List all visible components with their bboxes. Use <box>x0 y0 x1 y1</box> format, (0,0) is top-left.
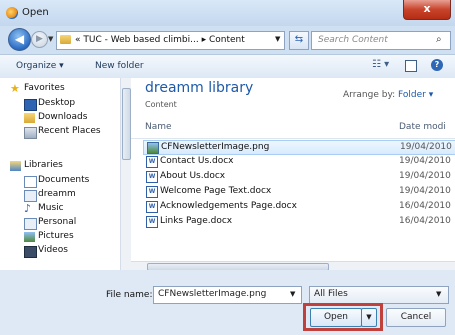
sidebar-item-label: Documents <box>38 175 90 185</box>
word-doc-icon: W <box>146 171 158 183</box>
file-name-label: File name: <box>106 290 153 300</box>
column-header-row: Name Date modi <box>131 118 455 139</box>
libraries-icon <box>10 161 21 171</box>
scrollbar-thumb[interactable] <box>122 88 131 160</box>
file-name: About Us.docx <box>160 171 226 181</box>
library-subtitle: Content <box>145 100 177 109</box>
open-options-button[interactable]: ▼ <box>361 308 377 327</box>
file-date: 16/04/2010 <box>399 201 451 211</box>
arrange-label: Arrange by: <box>343 90 396 100</box>
sidebar-item-label: Favorites <box>24 83 65 93</box>
cancel-button[interactable]: Cancel <box>386 308 446 327</box>
desktop-icon <box>24 99 37 111</box>
word-doc-icon: W <box>146 201 158 213</box>
file-date: 19/04/2010 <box>400 142 452 152</box>
app-icon <box>6 7 18 19</box>
file-row[interactable]: W Acknowledgements Page.docx 16/04/2010 <box>143 200 455 213</box>
breadcrumb[interactable]: « TUC - Web based climbi... ▸ Content <box>75 35 245 45</box>
library-title: dreamm library <box>145 80 254 96</box>
file-date: 19/04/2010 <box>399 156 451 166</box>
arrange-by: Arrange by: Folder ▾ <box>343 90 433 100</box>
refresh-button[interactable]: ⇆ <box>289 31 309 50</box>
open-dialog: Open x ◀ ▶ ▼ « TUC - Web based climbi...… <box>0 0 455 335</box>
file-name: Welcome Page Text.docx <box>160 186 272 196</box>
file-list-pane: dreamm library Content Arrange by: Folde… <box>131 78 455 271</box>
sidebar-item-label: Music <box>38 203 64 213</box>
downloads-icon <box>24 113 35 123</box>
navigation-scrollbar[interactable] <box>120 78 131 270</box>
column-header-date[interactable]: Date modi <box>399 122 446 132</box>
recent-pages-button[interactable]: ▼ <box>48 35 53 43</box>
search-icon[interactable]: ⌕ <box>436 34 442 45</box>
image-file-icon <box>147 142 159 154</box>
window-title: Open <box>22 7 49 18</box>
close-button[interactable]: x <box>403 0 451 20</box>
file-row[interactable]: CFNewsletterImage.png 19/04/2010 <box>143 140 455 155</box>
navigation-pane: ★ Favorites Desktop Downloads Recent Pla… <box>0 78 120 270</box>
title-bar: Open x <box>0 0 455 26</box>
open-button[interactable]: Open <box>310 308 362 327</box>
file-row[interactable]: W Welcome Page Text.docx 19/04/2010 <box>143 185 455 198</box>
documents-icon <box>24 176 37 188</box>
word-doc-icon: W <box>146 216 158 228</box>
sidebar-item-label: Pictures <box>38 231 74 241</box>
sidebar-item-label: dreamm <box>38 189 76 199</box>
address-dropdown-icon[interactable]: ▼ <box>275 35 280 43</box>
forward-button[interactable]: ▶ <box>31 31 48 48</box>
file-name-field[interactable]: CFNewsletterImage.png ▼ <box>153 286 302 304</box>
file-type-select[interactable]: All Files ▼ <box>309 286 449 304</box>
sidebar-item-label: Recent Places <box>38 126 101 136</box>
folder-icon <box>60 35 71 44</box>
star-icon: ★ <box>10 82 20 95</box>
videos-icon <box>24 246 37 258</box>
navigation-row: ◀ ▶ ▼ « TUC - Web based climbi... ▸ Cont… <box>0 26 455 54</box>
library-icon <box>24 218 37 230</box>
views-icon[interactable]: ☷ ▾ <box>372 59 389 70</box>
chevron-down-icon[interactable]: ▼ <box>290 290 295 298</box>
search-input[interactable]: Search Content ⌕ <box>311 31 451 50</box>
preview-pane-icon[interactable] <box>405 60 417 72</box>
file-name: CFNewsletterImage.png <box>161 142 270 152</box>
sidebar-item-label: Downloads <box>38 112 88 122</box>
command-bar: Organize ▾ New folder ☷ ▾ ? <box>0 54 455 79</box>
organize-button[interactable]: Organize ▾ <box>16 61 64 71</box>
file-row[interactable]: W Contact Us.docx 19/04/2010 <box>143 155 455 168</box>
file-date: 16/04/2010 <box>399 216 451 226</box>
dialog-footer: File name: CFNewsletterImage.png ▼ All F… <box>0 270 455 335</box>
music-icon: ♪ <box>24 202 32 215</box>
back-button[interactable]: ◀ <box>8 28 31 51</box>
file-name: Links Page.docx <box>160 216 233 226</box>
file-date: 19/04/2010 <box>399 186 451 196</box>
file-date: 19/04/2010 <box>399 171 451 181</box>
arrange-dropdown[interactable]: Folder ▾ <box>398 90 433 100</box>
recent-places-icon <box>24 127 37 139</box>
word-doc-icon: W <box>146 156 158 168</box>
file-name: Acknowledgements Page.docx <box>160 201 297 211</box>
sidebar-item-label: Personal <box>38 217 77 227</box>
file-row[interactable]: W Links Page.docx 16/04/2010 <box>143 215 455 228</box>
address-bar[interactable]: « TUC - Web based climbi... ▸ Content ▼ <box>56 31 285 50</box>
chevron-down-icon[interactable]: ▼ <box>436 290 441 298</box>
column-header-name[interactable]: Name <box>145 122 172 132</box>
new-folder-button[interactable]: New folder <box>95 61 144 71</box>
file-name-value[interactable]: CFNewsletterImage.png <box>158 289 266 299</box>
sidebar-item-label: Videos <box>38 245 68 255</box>
file-name: Contact Us.docx <box>160 156 234 166</box>
sidebar-item-label: Desktop <box>38 98 76 108</box>
library-icon <box>24 190 37 202</box>
help-icon[interactable]: ? <box>431 59 443 71</box>
search-placeholder: Search Content <box>318 35 388 45</box>
word-doc-icon: W <box>146 186 158 198</box>
file-row[interactable]: W About Us.docx 19/04/2010 <box>143 170 455 183</box>
file-type-value: All Files <box>314 289 348 299</box>
sidebar-item-label: Libraries <box>24 160 63 170</box>
pictures-icon <box>24 232 35 242</box>
